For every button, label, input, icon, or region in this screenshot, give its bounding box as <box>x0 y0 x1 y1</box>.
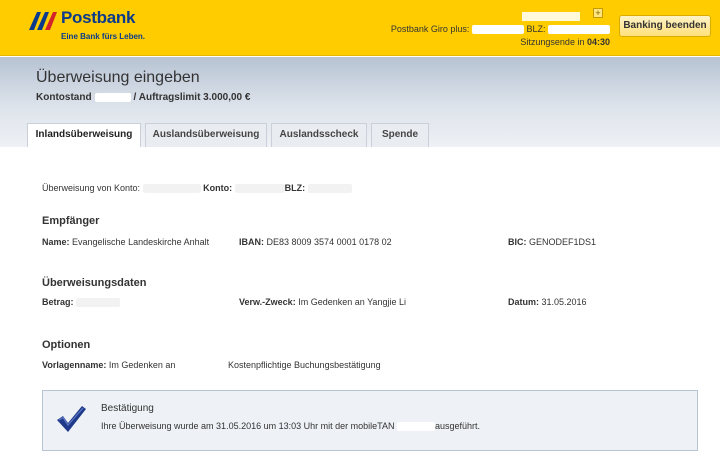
confirmation-text: Ihre Überweisung wurde am 31.05.2016 um … <box>101 421 481 432</box>
template-name: Vorlagenname: Im Gedenken an <box>42 360 175 370</box>
limit-text: / Auftragslimit 3.000,00 € <box>133 92 251 103</box>
tab-spende[interactable]: Spende <box>371 123 429 147</box>
recipient-name: Name: Evangelische Landeskirche Anhalt <box>42 237 209 247</box>
recipient-name-label: Name: <box>42 237 70 247</box>
redacted-field <box>94 92 131 102</box>
redacted-field <box>76 298 121 308</box>
account-label: Postbank Giro plus: <box>390 24 470 34</box>
redacted-field <box>471 25 524 35</box>
purpose-value: Im Gedenken an Yangjie Li <box>298 297 406 307</box>
top-bar: Postbank Eine Bank fürs Leben. Postbank … <box>0 0 720 56</box>
transfer-date: Datum: 31.05.2016 <box>508 297 587 307</box>
balance-label: Kontostand <box>36 92 92 103</box>
page-title: Überweisung eingeben <box>36 69 200 86</box>
tab-auslandsueberweisung[interactable]: Auslandsüberweisung <box>145 123 267 147</box>
balance-line: Kontostand / Auftragslimit 3.000,00 € <box>36 92 250 103</box>
source-konto-label: Konto: <box>203 183 233 193</box>
session-timer: 04:30 <box>586 37 610 47</box>
redacted-field <box>234 184 285 194</box>
transfer-purpose: Verw.-Zweck: Im Gedenken an Yangjie Li <box>239 297 406 307</box>
redacted-field <box>522 12 580 21</box>
section-heading-transfer: Überweisungsdaten <box>42 277 147 289</box>
redacted-field <box>142 184 201 194</box>
recipient-name-value: Evangelische Landeskirche Anhalt <box>72 237 210 247</box>
source-blz-label: BLZ: <box>284 183 306 193</box>
confirmation-title: Bestätigung <box>101 403 154 414</box>
recipient-bic: BIC: GENODEF1DS1 <box>508 237 596 247</box>
purpose-label: Verw.-Zweck: <box>239 297 296 307</box>
receipt-option: Kostenpflichtige Buchungsbestätigung <box>228 360 381 370</box>
page-header: Überweisung eingeben Kontostand / Auftrag… <box>0 57 720 148</box>
bic-value: GENODEF1DS1 <box>529 237 597 247</box>
blz-label: BLZ: <box>526 24 546 34</box>
account-line: Postbank Giro plus: BLZ: <box>390 24 610 35</box>
redacted-field <box>548 25 610 35</box>
confirmation-text-after: ausgeführt. <box>435 421 481 431</box>
redacted-field <box>397 422 435 432</box>
transfer-amount: Betrag: <box>42 297 121 308</box>
tab-auslandsscheck[interactable]: Auslandsscheck <box>271 123 367 147</box>
bic-label: BIC: <box>508 237 527 247</box>
iban-value: DE83 8009 3574 0001 0178 02 <box>266 237 392 247</box>
date-label: Datum: <box>508 297 539 307</box>
account-info: Postbank Giro plus: BLZ: Sitzungsende in… <box>380 10 610 50</box>
brand-name: Postbank <box>61 8 136 27</box>
section-heading-recipient: Empfänger <box>42 215 100 227</box>
tab-inlandsueberweisung[interactable]: Inlandsüberweisung <box>27 123 141 148</box>
postbank-logo-icon <box>29 12 57 30</box>
amount-label: Betrag: <box>42 297 74 307</box>
redacted-field <box>307 184 352 194</box>
brand-claim: Eine Bank fürs Leben. <box>61 32 146 41</box>
source-label: Überweisung von Konto: <box>42 183 141 193</box>
confirmation-text-before: Ihre Überweisung wurde am 31.05.2016 um … <box>101 421 395 431</box>
main-content: Überweisung von Konto: Konto: BLZ: Empfä… <box>0 147 720 464</box>
source-account-line: Überweisung von Konto: Konto: BLZ: <box>42 183 352 194</box>
date-value: 31.05.2016 <box>541 297 587 307</box>
postbank-logo[interactable]: Postbank Eine Bank fürs Leben. <box>27 8 145 44</box>
template-label: Vorlagenname: <box>42 360 107 370</box>
confirmation-box: Bestätigung Ihre Überweisung wurde am 31… <box>42 390 698 451</box>
iban-label: IBAN: <box>239 237 264 247</box>
template-value: Im Gedenken an <box>108 360 176 370</box>
section-heading-options: Optionen <box>42 339 91 351</box>
logout-button[interactable]: Banking beenden <box>619 15 711 37</box>
session-line: Sitzungsende in 04:30 <box>520 37 610 47</box>
session-label: Sitzungsende in <box>520 37 585 47</box>
checkmark-icon <box>57 406 86 432</box>
expand-account-button[interactable]: + <box>593 8 603 18</box>
recipient-iban: IBAN: DE83 8009 3574 0001 0178 02 <box>239 237 392 247</box>
